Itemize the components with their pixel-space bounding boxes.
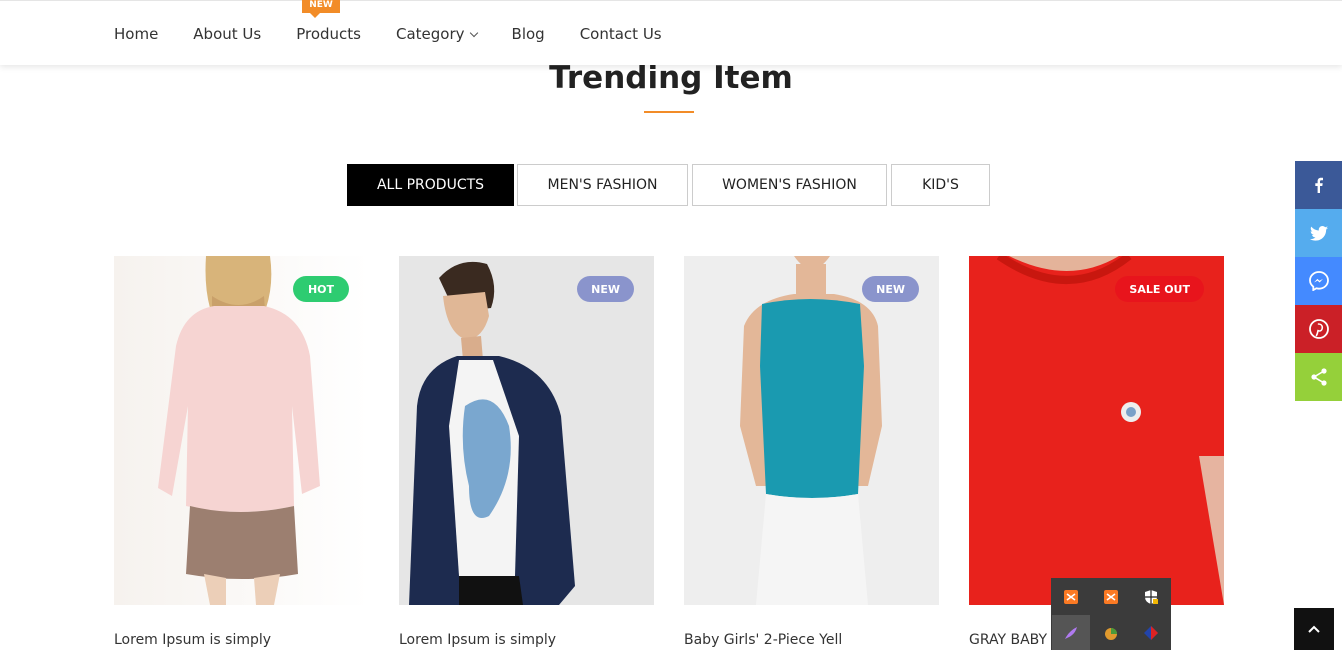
new-badge: NEW — [302, 0, 340, 18]
nav-about-us[interactable]: About Us — [193, 25, 261, 43]
facebook-icon — [1314, 177, 1323, 193]
title-underline — [644, 111, 694, 113]
nav-category[interactable]: Category — [396, 24, 478, 43]
nav-about-us-label: About Us — [193, 24, 262, 43]
tab-womens-fashion[interactable]: WOMEN'S FASHION — [692, 164, 887, 206]
product-card[interactable]: HOT Lorem Ipsum is simply — [114, 256, 369, 648]
nav-contact-us[interactable]: Contact Us — [580, 25, 662, 43]
xampp-tray-icon[interactable] — [1052, 579, 1090, 615]
nav-category-label: Category — [396, 24, 465, 43]
product-card[interactable]: NEW Lorem Ipsum is simply — [399, 256, 654, 648]
messenger-icon — [1308, 271, 1329, 291]
tab-kids[interactable]: KID'S — [891, 164, 990, 206]
scroll-to-top-button[interactable] — [1294, 608, 1334, 650]
tab-all-products[interactable]: ALL PRODUCTS — [347, 164, 514, 206]
nav-products-label: Products — [296, 24, 361, 43]
xampp-icon — [1104, 590, 1118, 604]
nav-products[interactable]: NEW Products — [296, 0, 361, 43]
facebook-share-button[interactable] — [1295, 161, 1342, 209]
xampp-tray-icon[interactable] — [1092, 579, 1130, 615]
product-name[interactable]: Lorem Ipsum is simply — [399, 632, 654, 648]
share-button[interactable] — [1295, 353, 1342, 401]
security-tray-icon[interactable] — [1132, 579, 1170, 615]
hot-badge: HOT — [293, 276, 349, 302]
diamond-flag-icon — [1144, 626, 1158, 640]
system-tray-popup — [1051, 578, 1171, 650]
product-image[interactable]: HOT — [114, 256, 369, 605]
shield-icon — [1145, 590, 1158, 604]
product-image[interactable]: NEW — [399, 256, 654, 605]
nav-blog[interactable]: Blog — [512, 25, 545, 43]
nav-home-label: Home — [114, 24, 159, 43]
chevron-up-icon — [1308, 625, 1320, 633]
nav-home[interactable]: Home — [114, 25, 158, 43]
app-tray-icon[interactable] — [1092, 615, 1130, 650]
pie-icon — [1105, 628, 1117, 640]
nav-contact-us-label: Contact Us — [579, 24, 662, 43]
product-image[interactable]: NEW — [684, 256, 939, 605]
pinterest-icon — [1308, 319, 1329, 339]
feather-tray-icon[interactable] — [1052, 615, 1090, 650]
new-badge: NEW — [862, 276, 919, 302]
pinterest-share-button[interactable] — [1295, 305, 1342, 353]
product-name[interactable]: Baby Girls' 2-Piece Yell — [684, 632, 939, 648]
sale-out-badge: SALE OUT — [1115, 276, 1204, 302]
main-menu: Home About Us NEW Products Category Blog… — [114, 0, 697, 66]
product-image[interactable]: SALE OUT — [969, 256, 1224, 605]
social-share-bar — [1295, 161, 1342, 401]
product-card[interactable]: NEW Baby Girls' 2-Piece Yell — [684, 256, 939, 648]
chevron-down-icon — [469, 28, 478, 37]
twitter-icon — [1309, 225, 1328, 241]
messenger-share-button[interactable] — [1295, 257, 1342, 305]
share-icon — [1310, 368, 1327, 386]
new-badge: NEW — [577, 276, 634, 302]
feather-icon — [1065, 627, 1077, 639]
top-navbar: Home About Us NEW Products Category Blog… — [0, 0, 1342, 65]
nav-blog-label: Blog — [511, 24, 545, 43]
product-name[interactable]: Lorem Ipsum is simply — [114, 632, 369, 648]
xampp-icon — [1064, 590, 1078, 604]
language-tray-icon[interactable] — [1132, 615, 1170, 650]
twitter-share-button[interactable] — [1295, 209, 1342, 257]
tab-mens-fashion[interactable]: MEN'S FASHION — [517, 164, 688, 206]
